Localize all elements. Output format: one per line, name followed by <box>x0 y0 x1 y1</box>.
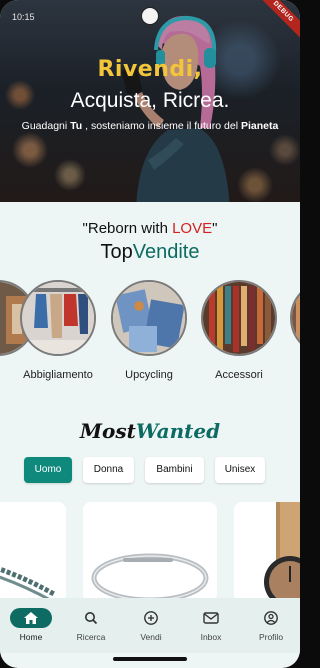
filter-chip-uomo[interactable]: Uomo <box>24 457 72 483</box>
category-accessori-image[interactable] <box>201 280 277 356</box>
filter-chip-unisex[interactable]: Unisex <box>215 457 265 483</box>
home-indicator <box>113 657 187 661</box>
nav-item-ricerca[interactable]: Ricerca <box>60 598 120 653</box>
most-wanted-title: MostWanted <box>79 419 221 443</box>
hero-subtitle: Guadagni Tu , sosteniamo insieme il futu… <box>21 120 279 132</box>
product-card-watch[interactable] <box>234 502 300 602</box>
front-camera <box>141 7 159 25</box>
filter-chip-donna[interactable]: Donna <box>83 457 134 483</box>
nav-label-inbox: Inbox <box>200 632 222 642</box>
category-label-upcycling[interactable]: Upcycling <box>99 369 199 381</box>
filter-chip-bambini[interactable]: Bambini <box>145 457 204 483</box>
tagline: "Reborn with LOVE" <box>82 220 218 237</box>
category-label-abbigliamento[interactable]: Abbigliamento <box>8 369 108 381</box>
hero-title: Acquista, Ricrea. <box>70 89 230 112</box>
mail-icon <box>203 612 219 624</box>
hero-brand-text: Rivendi, <box>97 57 203 82</box>
product-card-chain[interactable] <box>0 502 66 602</box>
category-label-accessori[interactable]: Accessori <box>189 369 289 381</box>
product-card-bracelet[interactable] <box>83 502 217 602</box>
nav-label-home: Home <box>19 632 43 642</box>
nav-label-profilo: Profilo <box>258 632 284 642</box>
category-partial-right[interactable] <box>290 280 300 356</box>
hero-banner: 10:15 DEBUG Rivendi, Acquista, Ricrea. G… <box>0 0 300 202</box>
nav-label-vendi: Vendi <box>140 632 162 642</box>
profile-icon <box>264 611 278 625</box>
top-sellers-title: TopVendite <box>100 241 200 263</box>
status-bar-time: 10:15 <box>12 12 35 22</box>
nav-item-home[interactable]: Home <box>0 598 60 653</box>
nav-label-ricerca: Ricerca <box>76 632 106 642</box>
nav-item-inbox[interactable]: Inbox <box>180 598 240 653</box>
search-icon <box>85 612 98 625</box>
home-icon <box>24 612 38 624</box>
nav-item-profilo[interactable]: Profilo <box>240 598 300 653</box>
add-circle-icon <box>144 611 158 625</box>
category-abbigliamento-image[interactable] <box>20 280 96 356</box>
category-upcycling-image[interactable] <box>111 280 187 356</box>
nav-item-vendi[interactable]: Vendi <box>120 598 180 653</box>
app-screen: 10:15 DEBUG Rivendi, Acquista, Ricrea. G… <box>0 0 300 668</box>
bottom-navigation: Home Ricerca Vendi Inbox Profilo <box>0 598 300 653</box>
